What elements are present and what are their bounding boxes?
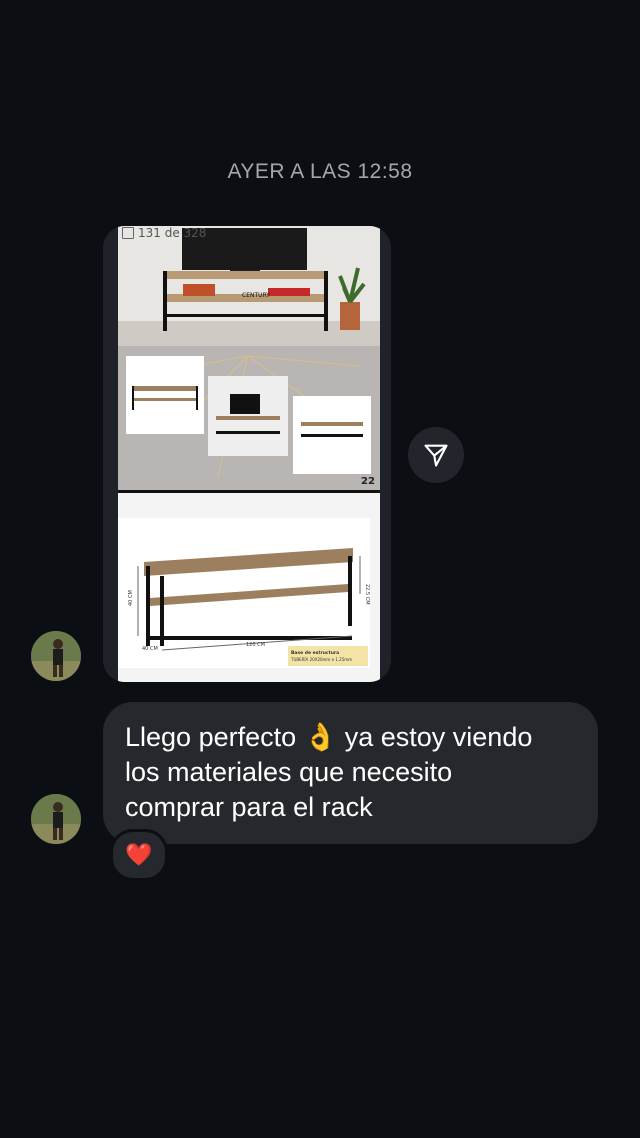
page-counter-text: 131 de 328 — [138, 226, 207, 240]
book-icon — [122, 227, 134, 239]
dimension-width: 120 CM — [246, 642, 265, 648]
send-icon — [424, 444, 448, 467]
furniture-catalog-image: CENTURY 22 40 CM 22.5 CM 120 CM 40 CM Ba… — [118, 226, 380, 682]
spec-title: Base de estructura — [291, 650, 339, 656]
brand-label: CENTURY — [242, 292, 270, 299]
message-bubble[interactable]: Llego perfecto 👌 ya estoy viendo los mat… — [103, 702, 598, 844]
shared-post-card[interactable]: CENTURY 22 40 CM 22.5 CM 120 CM 40 CM Ba… — [103, 226, 391, 682]
forward-button[interactable] — [408, 427, 464, 483]
shared-post-image[interactable]: CENTURY 22 40 CM 22.5 CM 120 CM 40 CM Ba… — [118, 226, 380, 682]
page-number: 22 — [361, 476, 375, 487]
page-counter: 131 de 328 — [122, 226, 206, 240]
heart-icon: ❤️ — [125, 842, 153, 867]
message-text: Llego perfecto 👌 ya estoy viendo los mat… — [125, 722, 533, 822]
avatar-photo — [31, 794, 81, 844]
chat-screen: AYER A LAS 12:58 CENTURY 22 40 CM 22.5 C… — [0, 0, 640, 1138]
sender-avatar[interactable] — [31, 794, 81, 844]
heart-reaction[interactable]: ❤️ — [110, 829, 168, 881]
avatar-photo — [31, 631, 81, 681]
dimension-shelf: 22.5 CM — [364, 584, 370, 605]
spec-text: TUBERÍA 20X20mm e 1.25mm — [290, 657, 352, 662]
sender-avatar[interactable] — [31, 631, 81, 681]
dimension-height: 40 CM — [128, 590, 134, 606]
message-timestamp: AYER A LAS 12:58 — [227, 160, 413, 183]
dimension-depth: 40 CM — [142, 646, 158, 652]
